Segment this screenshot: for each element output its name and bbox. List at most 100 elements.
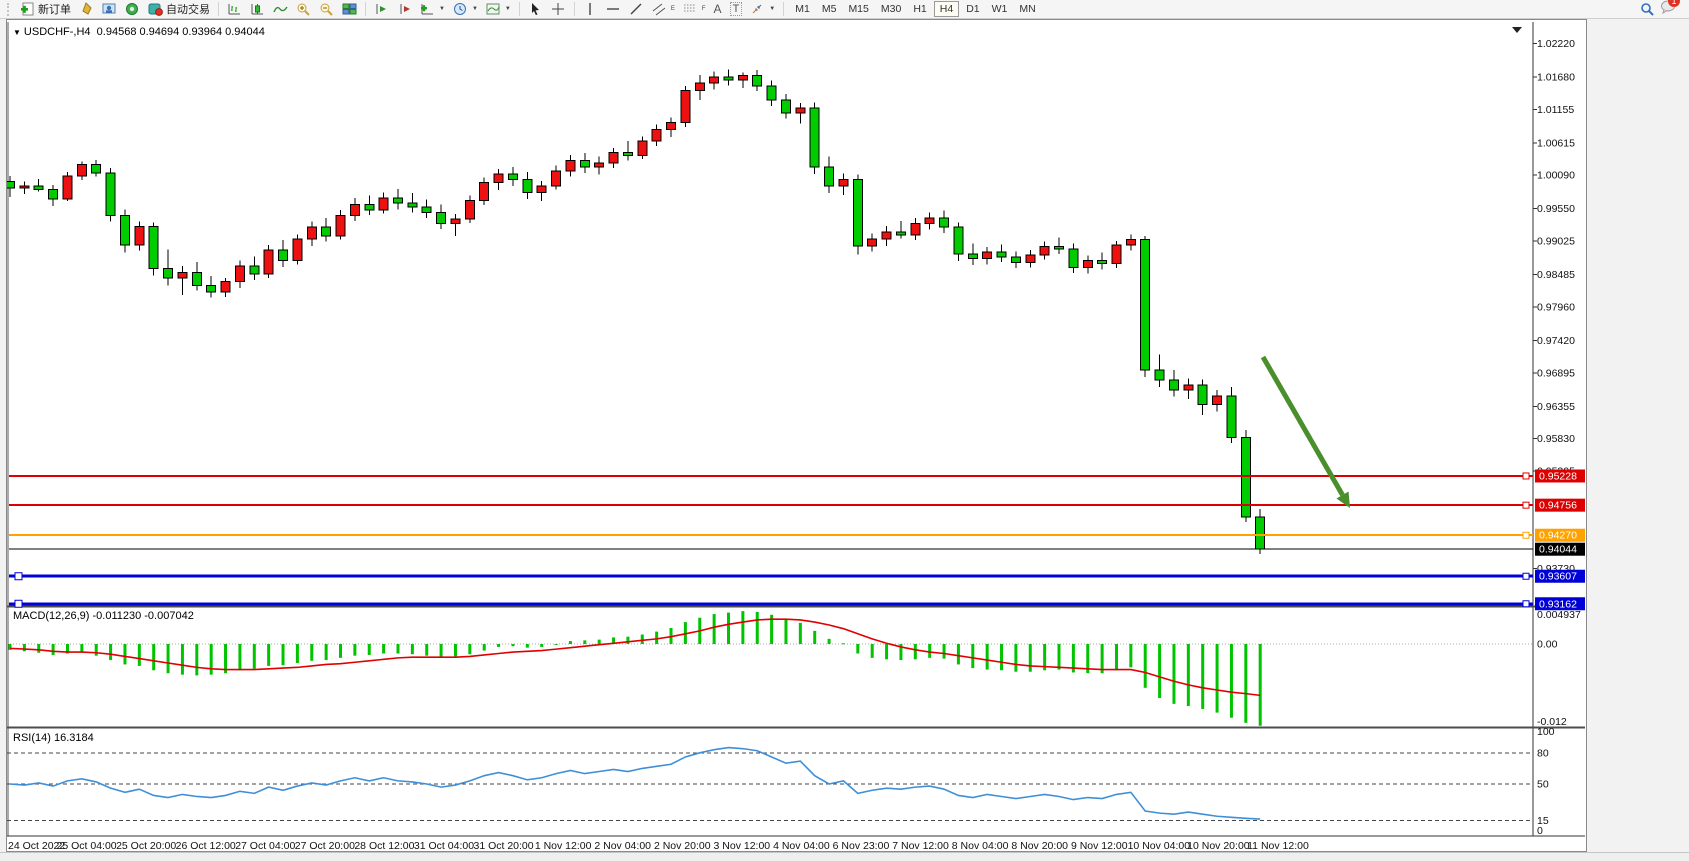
candle-body[interactable] [710,77,719,83]
candle-body[interactable] [494,174,503,183]
timeframe-H1[interactable]: H1 [908,1,931,17]
candle-body[interactable] [379,198,388,210]
candle-body[interactable] [1026,255,1035,262]
time-axis-label[interactable]: 8 Nov 20:00 [1011,840,1068,851]
candle-body[interactable] [293,239,302,261]
candle-body[interactable] [695,83,704,90]
timeframe-M1[interactable]: M1 [790,1,815,17]
horizontal-line-tool-button[interactable] [603,1,624,18]
candle-body[interactable] [796,108,805,113]
zoom-in-button[interactable] [293,1,314,18]
candle-body[interactable] [1069,249,1078,268]
candle-body[interactable] [1256,517,1265,549]
candle-body[interactable] [1169,380,1178,390]
vertical-line-tool-button[interactable] [580,1,601,18]
timeframe-D1[interactable]: D1 [961,1,984,17]
candle-body[interactable] [63,176,72,199]
market-watch-button[interactable] [99,1,120,18]
candle-body[interactable] [595,163,604,167]
candle-body[interactable] [350,204,359,215]
time-axis-label[interactable]: 8 Nov 04:00 [952,840,1009,851]
candle-body[interactable] [250,266,259,274]
time-axis-label[interactable]: 6 Nov 23:00 [833,840,890,851]
fibonacci-tool-button[interactable]: F [680,1,709,18]
candle-body[interactable] [307,227,316,239]
tile-windows-button[interactable] [339,1,360,18]
candle-body[interactable] [896,232,905,235]
time-axis-label[interactable]: 31 Oct 20:00 [473,840,533,851]
time-axis-label[interactable]: 9 Nov 12:00 [1071,840,1128,851]
line-handle[interactable] [1523,473,1529,479]
candlestick-chart-button[interactable] [247,1,268,18]
candle-body[interactable] [207,285,216,292]
autoscroll-button[interactable] [371,1,392,18]
candle-body[interactable] [49,189,58,198]
timeframe-H4[interactable]: H4 [934,1,959,17]
candle-body[interactable] [20,186,29,188]
search-button[interactable] [1637,1,1658,18]
candle-body[interactable] [1112,245,1121,264]
candle-body[interactable] [1227,396,1236,437]
candle-body[interactable] [336,215,345,235]
crosshair-tool-button[interactable] [548,1,569,18]
candle-body[interactable] [279,250,288,261]
line-handle[interactable] [1523,532,1529,538]
candle-body[interactable] [7,181,15,188]
candle-body[interactable] [1011,257,1020,263]
candle-body[interactable] [106,173,115,216]
candle-body[interactable] [566,160,575,171]
time-axis-label[interactable]: 27 Oct 04:00 [235,840,295,851]
timeframe-M30[interactable]: M30 [876,1,906,17]
candle-body[interactable] [178,272,187,278]
time-axis-label[interactable]: 25 Oct 20:00 [116,840,176,851]
candle-body[interactable] [451,219,460,223]
candle-body[interactable] [767,86,776,100]
navigator-button[interactable] [122,1,143,18]
periods-button[interactable]: ▼ [450,1,481,18]
candle-body[interactable] [1213,396,1222,405]
styler-button[interactable] [76,1,97,18]
candle-body[interactable] [365,204,374,210]
candle-body[interactable] [34,186,43,190]
line-handle[interactable] [1523,601,1529,607]
line-chart-button[interactable] [270,1,291,18]
chart-shift-button[interactable] [394,1,415,18]
candle-body[interactable] [681,91,690,123]
candle-body[interactable] [580,160,589,167]
timeframe-MN[interactable]: MN [1014,1,1040,17]
cursor-tool-button[interactable] [525,1,546,18]
candle-body[interactable] [1055,246,1064,248]
time-axis-label[interactable]: 2 Nov 20:00 [654,840,711,851]
time-axis-label[interactable]: 4 Nov 04:00 [773,840,830,851]
candle-body[interactable] [968,254,977,259]
time-axis-label[interactable]: 1 Nov 12:00 [535,840,592,851]
candle-body[interactable] [1126,240,1135,246]
shapes-tool-button[interactable]: ▼ [747,1,778,18]
templates-button[interactable]: ▼ [483,1,514,18]
candle-body[interactable] [1198,385,1207,405]
candle-body[interactable] [983,252,992,259]
trendline-tool-button[interactable] [626,1,647,18]
candle-body[interactable] [954,227,963,254]
candle-body[interactable] [724,77,733,80]
candle-body[interactable] [537,186,546,193]
candle-body[interactable] [1155,370,1164,380]
candle-body[interactable] [120,215,129,245]
time-axis-label[interactable]: 10 Nov 20:00 [1187,840,1250,851]
candle-body[interactable] [810,108,819,167]
candle-body[interactable] [940,218,949,227]
time-axis-label[interactable]: 3 Nov 12:00 [714,840,771,851]
candle-body[interactable] [480,183,489,201]
line-handle[interactable] [15,573,22,580]
candle-body[interactable] [465,201,474,220]
label-tool-button[interactable]: T [727,1,746,18]
timeframe-M5[interactable]: M5 [817,1,842,17]
time-axis-label[interactable]: 11 Nov 12:00 [1247,840,1309,851]
candle-body[interactable] [437,212,446,223]
bar-chart-button[interactable] [224,1,245,18]
chart-window[interactable]: USDCHF-,H4 0.94568 0.94694 0.93964 0.940… [6,19,1587,852]
candle-body[interactable] [422,207,431,213]
candle-body[interactable] [1083,261,1092,268]
trend-arrow-line[interactable] [1263,357,1343,495]
text-tool-button[interactable]: A [711,1,725,18]
